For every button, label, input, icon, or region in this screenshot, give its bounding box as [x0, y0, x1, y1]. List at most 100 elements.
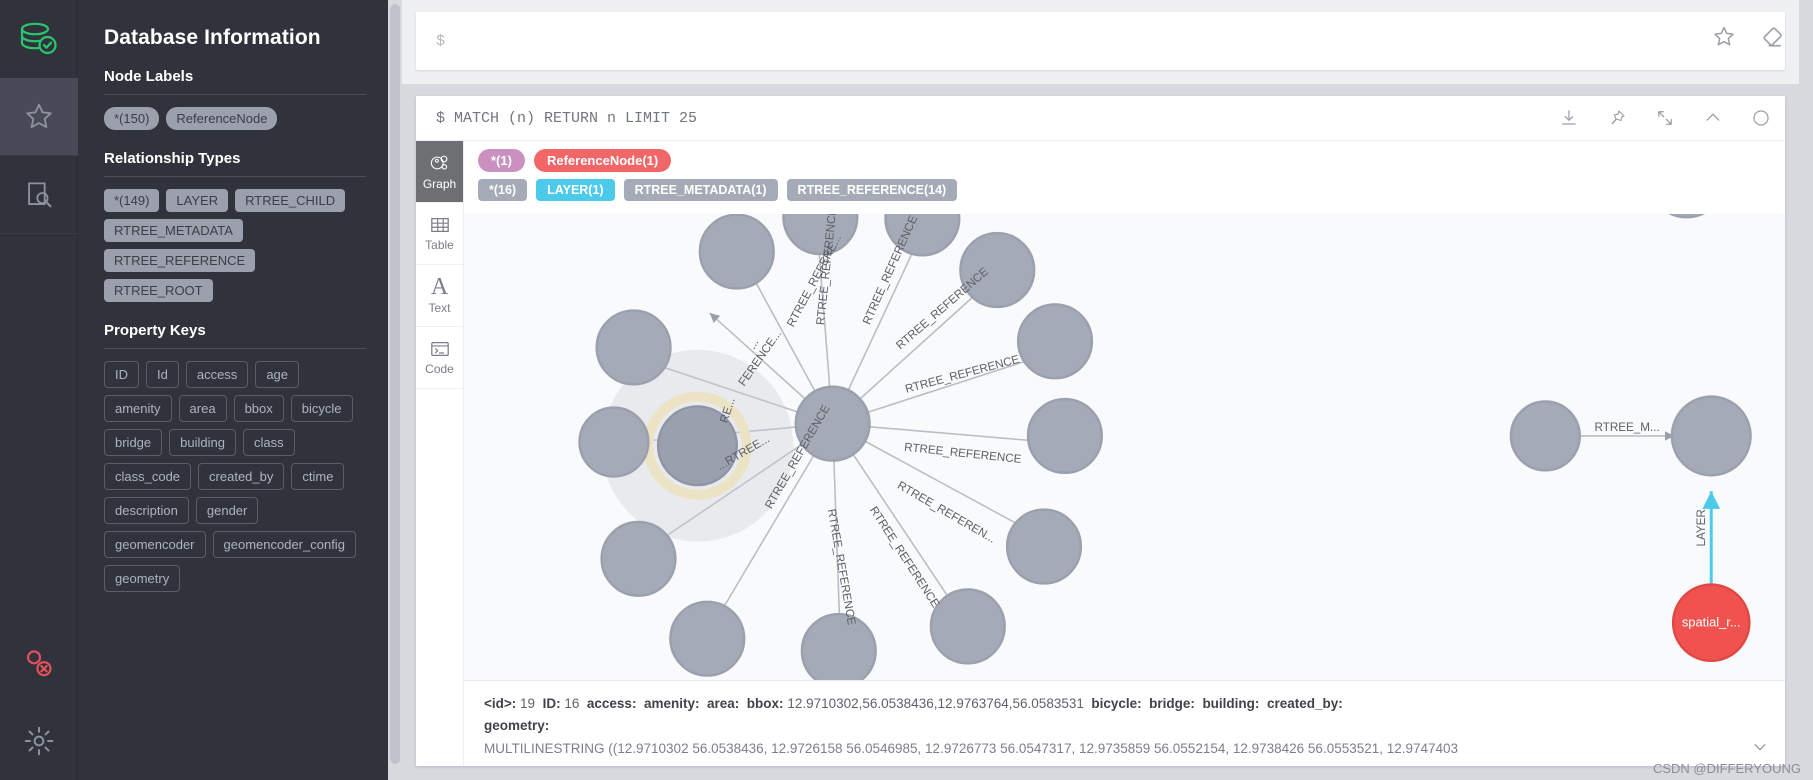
stream-area: $ $ MATCH (n) RETURN n LIMIT 25 Graph Ta… — [388, 0, 1813, 780]
property-key-chip[interactable]: building — [169, 429, 236, 456]
field-key: bicycle: — [1091, 696, 1142, 712]
rail-item-disconnect[interactable] — [0, 624, 78, 702]
neo4j-browser-window: Database Information Node Labels *(150) … — [0, 0, 1813, 780]
relationship-type-chip[interactable]: LAYER — [166, 189, 229, 212]
property-key-chip[interactable]: amenity — [104, 395, 172, 422]
graph-legend: *(1) ReferenceNode(1) *(16) LAYER(1) RTR… — [464, 141, 1785, 214]
rail-item-settings[interactable] — [0, 702, 78, 780]
field-key: created_by: — [1266, 696, 1343, 712]
stream-right-gutter — [1799, 0, 1813, 780]
view-tab-strip: Graph Table A Text Code — [416, 141, 464, 766]
query-editor[interactable]: $ — [416, 12, 1785, 70]
close-icon[interactable] — [1751, 108, 1771, 128]
tab-table[interactable]: Table — [416, 203, 463, 265]
property-key-chip[interactable]: class — [242, 429, 295, 456]
rail-item-documents[interactable] — [0, 156, 78, 234]
legend-node-chip[interactable]: ReferenceNode(1) — [533, 149, 672, 172]
property-key-chip[interactable]: geometry — [104, 565, 181, 592]
frame-body: Graph Table A Text Code *(1) ReferenceNo… — [416, 141, 1785, 766]
divider — [104, 176, 366, 177]
text-a-icon: A — [430, 274, 449, 300]
property-key-chip[interactable]: bridge — [104, 429, 163, 456]
property-key-chip[interactable]: description — [104, 497, 189, 524]
property-key-chip[interactable]: access — [185, 361, 249, 388]
result-frame: $ MATCH (n) RETURN n LIMIT 25 Graph Tabl… — [416, 96, 1785, 766]
property-key-chip[interactable]: bicycle — [290, 395, 353, 422]
property-key-chip[interactable]: age — [255, 361, 300, 388]
graph-icon — [430, 155, 447, 170]
property-key-chip[interactable]: area — [178, 395, 227, 422]
rail-item-favorites[interactable] — [0, 78, 78, 156]
neo4j-logo — [0, 0, 77, 78]
node-label-chip[interactable]: ReferenceNode — [166, 107, 278, 130]
chevron-down-icon[interactable] — [1751, 738, 1769, 756]
stream-scrollbar[interactable] — [390, 4, 400, 764]
property-key-chip[interactable]: bbox — [233, 395, 284, 422]
star-outline-icon[interactable] — [1711, 24, 1737, 50]
property-key-chip-list: ID Id access age amenity area bbox bicyc… — [104, 361, 366, 592]
relationship-type-chip-list: *(149) LAYER RTREE_CHILD RTREE_METADATA … — [104, 189, 366, 302]
relationship-type-chip[interactable]: RTREE_ROOT — [104, 279, 213, 302]
legend-rel-chip[interactable]: LAYER(1) — [536, 179, 615, 201]
property-key-chip[interactable]: Id — [146, 361, 179, 388]
tab-code[interactable]: Code — [416, 327, 463, 389]
graph-canvas[interactable]: *(1) ReferenceNode(1) *(16) LAYER(1) RTR… — [464, 141, 1785, 766]
tab-graph[interactable]: Graph — [416, 141, 463, 203]
relationship-type-chip[interactable]: RTREE_CHILD — [235, 189, 346, 212]
code-terminal-icon — [430, 342, 449, 356]
legend-node-chip[interactable]: *(1) — [478, 149, 525, 172]
geometry-key-label: geometry: — [484, 718, 550, 734]
property-key-chip[interactable]: class_code — [104, 463, 192, 490]
graph-visualization[interactable]: RTREE_REFERE... RTREE_REFERENCE RTREE_RE… — [464, 141, 1785, 749]
rel-label: RTREE_REFERENCE — [867, 504, 942, 610]
legend-rel-chip[interactable]: *(16) — [478, 179, 528, 201]
node-label-chip-list: *(150) ReferenceNode — [104, 107, 366, 130]
property-key-chip[interactable]: ctime — [291, 463, 345, 490]
field-key: building: — [1202, 696, 1260, 712]
collapse-icon[interactable] — [1703, 108, 1723, 128]
database-check-icon — [20, 22, 57, 55]
property-key-chip[interactable]: geomencoder — [104, 531, 206, 558]
property-key-chip[interactable]: created_by — [198, 463, 285, 490]
legend-rel-chip[interactable]: RTREE_METADATA(1) — [623, 179, 778, 201]
tab-graph-label: Graph — [422, 177, 457, 191]
download-icon[interactable] — [1559, 108, 1579, 128]
rel-label: RTREE_REFERENCE — [825, 508, 858, 626]
frame-query-text: $ MATCH (n) RETURN n LIMIT 25 — [436, 109, 698, 127]
section-heading-relationship-types: Relationship Types — [104, 150, 241, 167]
inspector-geometry-value: MULTILINESTRING ((12.9710302 56.0538436,… — [484, 740, 1459, 756]
expand-icon[interactable] — [1655, 108, 1675, 128]
legend-relationship-row: *(16) LAYER(1) RTREE_METADATA(1) RTREE_R… — [478, 179, 1771, 201]
field-key: bridge: — [1149, 696, 1195, 712]
query-editor-bar: $ — [402, 0, 1799, 84]
property-key-chip[interactable]: gender — [195, 497, 259, 524]
relationship-type-chip[interactable]: RTREE_METADATA — [104, 219, 243, 242]
node-label-chip[interactable]: *(150) — [104, 107, 160, 130]
property-key-chip[interactable]: geomencoder_config — [212, 531, 356, 558]
pin-icon[interactable] — [1607, 108, 1627, 128]
property-key-chip[interactable]: ID — [104, 361, 139, 388]
eraser-icon[interactable] — [1759, 24, 1785, 50]
section-heading-node-labels: Node Labels — [104, 68, 194, 85]
drawer-title: Database Information — [104, 26, 321, 49]
table-icon — [430, 218, 449, 232]
stream-column: $ $ MATCH (n) RETURN n LIMIT 25 Graph Ta… — [402, 0, 1799, 780]
field-value: 19 — [520, 696, 536, 712]
field-key: amenity: — [643, 696, 700, 712]
inspector-fields-row: <id>: 19 ID: 16 access: amenity: area: b… — [484, 693, 1767, 715]
tab-text-label: Text — [428, 301, 451, 315]
section-heading-property-keys: Property Keys — [104, 322, 206, 339]
node-inspector-panel: <id>: 19 ID: 16 access: amenity: area: b… — [464, 680, 1785, 766]
relationship-type-chip[interactable]: RTREE_REFERENCE — [104, 249, 256, 272]
rel-label: RTREE_REFERENCE — [904, 353, 1021, 396]
rel-label-layer: LAYER — [1695, 509, 1708, 546]
relationship-type-chip[interactable]: *(149) — [104, 189, 160, 212]
watermark: CSDN @DIFFERYOUNG — [1652, 761, 1801, 776]
field-key: bbox: — [746, 696, 784, 712]
field-value: 12.9710302,56.0538436,12.9763764,56.0583… — [787, 696, 1084, 712]
rel-label: RTREE_REFERENCE — [904, 441, 1023, 466]
frame-header: $ MATCH (n) RETURN n LIMIT 25 — [416, 96, 1785, 141]
tab-text[interactable]: A Text — [416, 265, 463, 327]
legend-rel-chip[interactable]: RTREE_REFERENCE(14) — [786, 179, 958, 201]
connection-error-icon — [27, 650, 52, 677]
